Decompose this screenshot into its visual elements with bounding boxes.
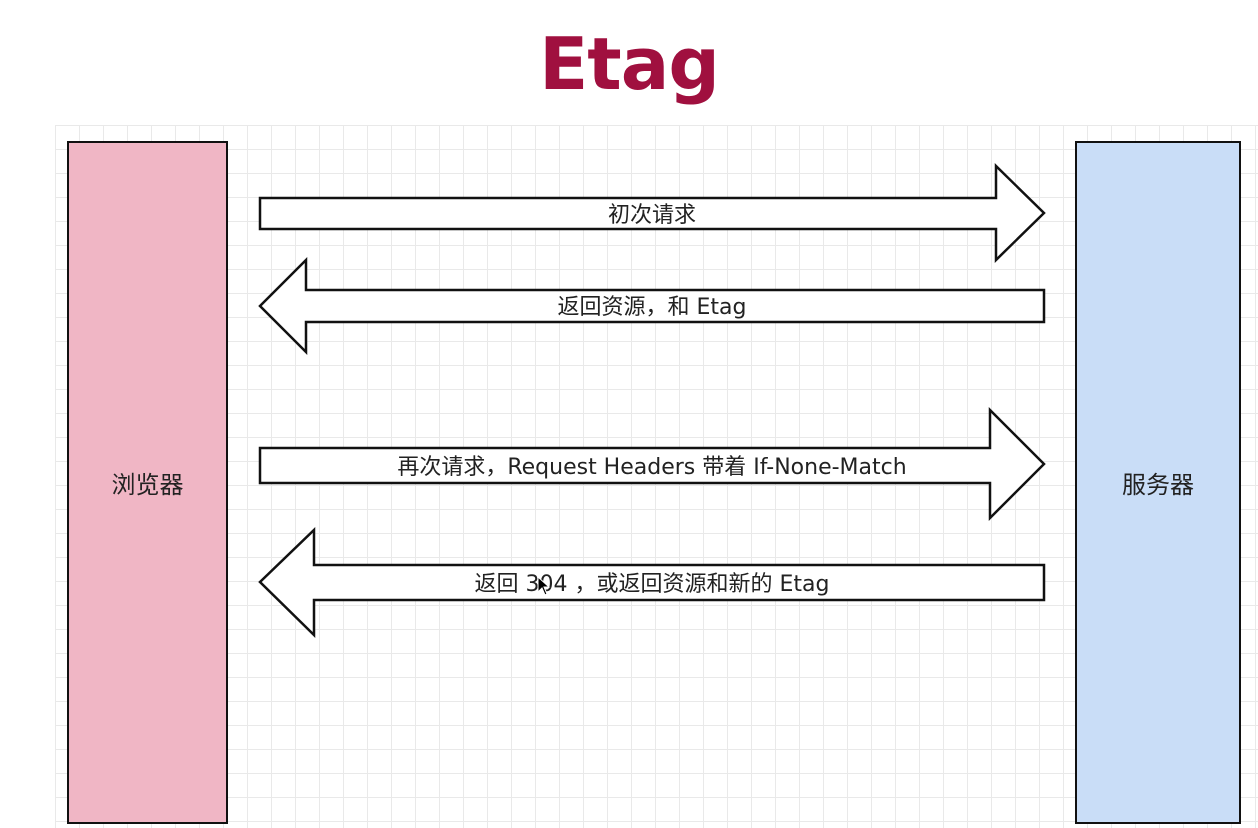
message-arrow-4: 返回 304 ，或返回资源和新的 Etag	[258, 527, 1046, 638]
message-arrows: 初次请求 返回资源，和 Etag 再次请求，Request Headers 带着…	[258, 163, 1046, 638]
message-arrow-2: 返回资源，和 Etag	[258, 256, 1046, 356]
message-arrow-1: 初次请求	[258, 163, 1046, 263]
message-label-1: 初次请求	[608, 203, 696, 228]
message-label-4: 返回 304 ，或返回资源和新的 Etag	[475, 572, 830, 597]
message-arrow-3: 再次请求，Request Headers 带着 If-None-Match	[258, 406, 1046, 522]
diagram-canvas: Etag 浏览器 服务器 初次请求 返回资源，和 Etag 再次请求，Reque…	[0, 0, 1258, 828]
message-label-2: 返回资源，和 Etag	[558, 295, 747, 320]
message-label-3: 再次请求，Request Headers 带着 If-None-Match	[397, 455, 906, 480]
mouse-pointer-icon	[537, 576, 551, 596]
